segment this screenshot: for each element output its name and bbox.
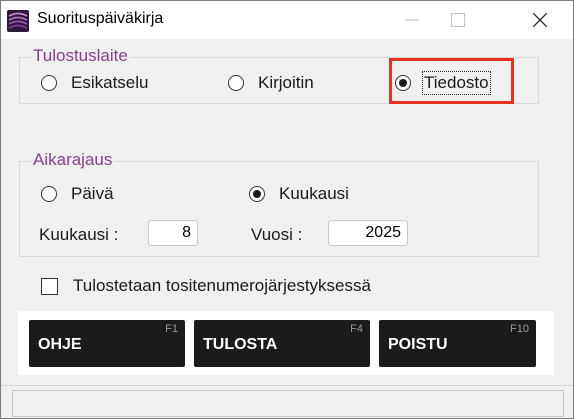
minimize-button[interactable] <box>389 1 435 39</box>
print-button[interactable]: TULOSTA F4 <box>194 320 370 367</box>
exit-button-key: F10 <box>510 323 529 335</box>
exit-button-label: POISTU <box>388 336 448 353</box>
help-button-key: F1 <box>165 323 178 335</box>
checkbox-indicator <box>41 277 58 295</box>
time-range-legend: Aikarajaus <box>31 150 115 170</box>
year-field-label: Vuosi : <box>251 225 303 244</box>
radio-month-indicator <box>249 186 265 202</box>
radio-preview[interactable]: Esikatselu <box>41 73 148 93</box>
radio-day-indicator <box>41 186 57 202</box>
radio-day-label: Päivä <box>71 184 114 203</box>
checkbox-label: Tulostetaan tositenumerojärjestyksessä <box>73 276 371 295</box>
status-bar <box>12 390 564 417</box>
radio-day[interactable]: Päivä <box>41 184 114 204</box>
help-button-label: OHJE <box>38 336 82 353</box>
maximize-button[interactable] <box>435 1 481 39</box>
radio-month[interactable]: Kuukausi <box>249 184 349 204</box>
radio-printer-indicator <box>228 75 244 91</box>
radio-preview-indicator <box>41 75 57 91</box>
year-input[interactable]: 2025 <box>328 220 408 246</box>
title-bar: Suorituspäiväkirja <box>1 1 573 39</box>
exit-button[interactable]: POISTU F10 <box>379 320 536 367</box>
close-button[interactable] <box>517 1 563 39</box>
radio-preview-label: Esikatselu <box>71 73 149 92</box>
radio-printer[interactable]: Kirjoitin <box>228 73 314 93</box>
close-icon <box>533 13 547 27</box>
maximize-icon <box>451 13 465 27</box>
print-button-key: F4 <box>350 323 363 335</box>
help-button[interactable]: OHJE F1 <box>29 320 185 367</box>
window-title: Suorituspäiväkirja <box>37 10 164 27</box>
sort-by-voucher-number-checkbox[interactable]: Tulostetaan tositenumerojärjestyksessä <box>41 276 371 296</box>
month-field-label: Kuukausi : <box>39 225 119 244</box>
output-device-legend: Tulostuslaite <box>31 46 130 66</box>
minimize-icon <box>405 19 419 21</box>
button-panel: OHJE F1 TULOSTA F4 POISTU F10 <box>18 311 554 375</box>
radio-printer-label: Kirjoitin <box>258 73 314 92</box>
app-window: Suorituspäiväkirja Tulostuslaite Esikats… <box>0 0 574 419</box>
selection-highlight <box>389 58 514 104</box>
app-logo-icon <box>7 10 29 32</box>
month-input[interactable]: 8 <box>148 220 198 246</box>
radio-month-label: Kuukausi <box>279 184 349 203</box>
status-divider <box>1 385 573 386</box>
print-button-label: TULOSTA <box>203 336 278 353</box>
